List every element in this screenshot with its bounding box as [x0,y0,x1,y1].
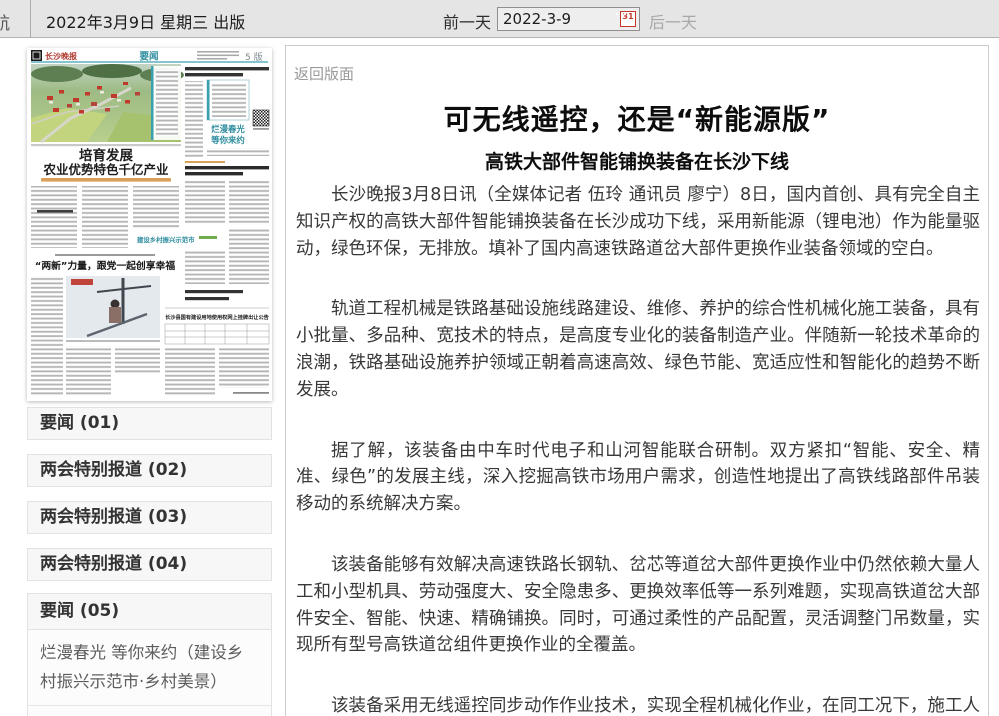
sidebar-section-04[interactable]: 两会特别报道 (04) [27,548,272,581]
thumb-masthead: 长沙晚报 要闻 5 版 [31,50,268,63]
sidebar-section-02[interactable]: 两会特别报道 (02) [27,454,272,487]
date-input[interactable] [498,8,616,30]
article-paragraph: 据了解，该装备由中车时代电子和山河智能联合研制。双方紧扣“智能、安全、精准、绿色… [296,438,980,518]
article-header: 可无线遥控，还是“新能源版” 高铁大部件智能铺换装备在长沙下线 [286,98,988,174]
svg-text:建设乡村振兴示范市: 建设乡村振兴示范市 [136,235,195,244]
sidebar-section-05[interactable]: 要闻 (05) [28,594,271,630]
next-day-button-disabled: 后一天 [649,9,697,33]
top-toolbar: 航 2022年3月9日 星期三 出版 前一天 31 后一天 [0,0,999,38]
thumb-qr-code [253,110,269,126]
sidebar-section-01[interactable]: 要闻 (01) [27,407,272,440]
sidebar-article-link-2[interactable]: 培育发展农业优势特色千亿产业 [28,705,271,716]
article-paragraph: 长沙晚报3月8日讯（全媒体记者 伍玲 通讯员 廖宁）8日，国内首创、具有完全自主… [296,182,980,262]
calendar-icon[interactable]: 31 [620,11,636,27]
thumb-right-column: 烂漫春光 等你来约 [185,67,269,300]
thumb-second-article: “两新”力量，跟党一起创享幸福 [31,254,175,396]
page-thumbnail-graphic: 长沙晚报 要闻 5 版 [27,48,272,401]
article-title: 可无线遥控，还是“新能源版” [286,98,988,138]
previous-day-button[interactable]: 前一天 [443,9,491,33]
article-paragraph: 该装备能够有效解决高速铁路长钢轨、岔芯等道岔大部件更换作业中仍然依赖大量人工和小… [296,552,980,659]
sidebar-section-03[interactable]: 两会特别报道 (03) [27,501,272,534]
article-paragraph: 该装备采用无线遥控同步动作作业技术，实现全程机械化作业，在同工况下，施工人员较行… [296,693,980,716]
thumb-promo-line2: 等你来约 [210,135,245,145]
back-to-page-link[interactable]: 返回版面 [294,63,354,84]
article-panel: 返回版面 可无线遥控，还是“新能源版” 高铁大部件智能铺换装备在长沙下线 长沙晚… [285,45,989,716]
publish-date-label: 2022年3月9日 星期三 出版 [46,9,245,33]
article-subtitle: 高铁大部件智能铺换装备在长沙下线 [286,147,988,174]
page-thumbnail[interactable]: 长沙晚报 要闻 5 版 [27,48,272,401]
thumb-brand: 长沙晚报 [45,51,77,61]
thumb-promo-line1: 烂漫春光 [211,124,245,134]
thumb-page-number: 5 版 [245,51,263,63]
epaper-reader-screen: 航 2022年3月9日 星期三 出版 前一天 31 后一天 [0,0,999,716]
date-picker-field[interactable]: 31 [497,7,640,31]
thumb-notice-title: 长沙县国有建设用地使用权网上挂牌出让公告 [165,313,269,321]
thumb-lead-headline: 培育发展 农业优势特色千亿产业 [41,147,171,182]
article-body: 长沙晚报3月8日讯（全媒体记者 伍玲 通讯员 廖宁）8日，国内首创、具有完全自主… [296,182,980,716]
thumb-rural-banner: 建设乡村振兴示范市 [133,232,223,247]
nav-clipped-label: 航 [0,9,10,34]
thumb-section-label: 要闻 [139,51,158,63]
thumb-aerial-photo [31,64,184,146]
article-paragraph: 轨道工程机械是铁路基础设施线路建设、维修、养护的综合性机械化施工装备，具有小批量… [296,296,980,403]
thumb-second-headline: “两新”力量，跟党一起创享幸福 [35,259,175,272]
thumb-land-notice: 长沙县国有建设用地使用权网上挂牌出让公告 [165,308,269,396]
sidebar-article-link-1[interactable]: 烂漫春光 等你来约（建设乡村振兴示范市·乡村美景） [28,630,271,705]
toolbar-divider [30,0,31,38]
svg-text:农业优势特色千亿产业: 农业优势特色千亿产业 [42,162,169,177]
sidebar-current-section: 要闻 (05) 烂漫春光 等你来约（建设乡村振兴示范市·乡村美景） 培育发展农业… [27,593,272,716]
